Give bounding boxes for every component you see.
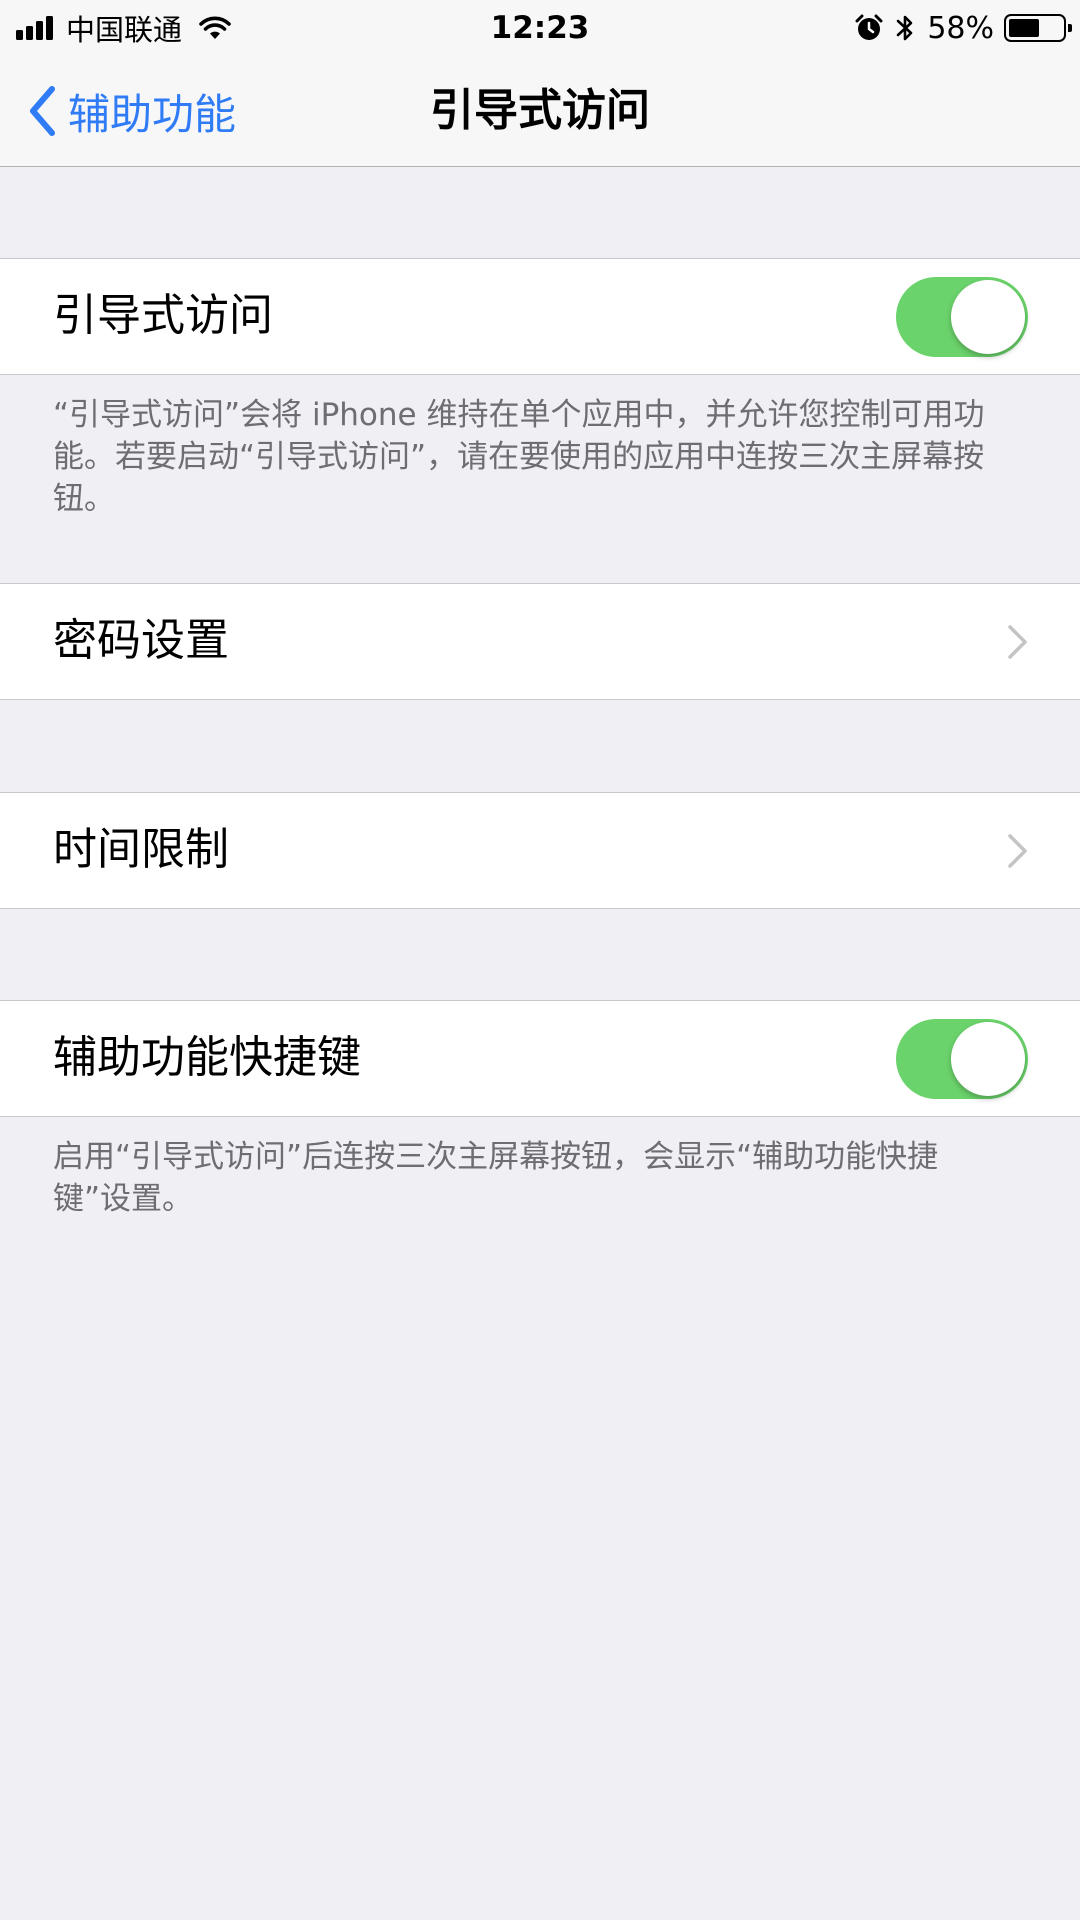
battery-percent: 58% bbox=[927, 10, 994, 46]
passcode-settings-label: 密码设置 bbox=[53, 615, 229, 666]
accessibility-shortcut-toggle[interactable] bbox=[896, 1019, 1028, 1099]
chevron-right-icon bbox=[1008, 834, 1027, 868]
accessibility-shortcut-cell: 辅助功能快捷键 bbox=[0, 1000, 1080, 1117]
guided-access-footnote: “引导式访问”会将 iPhone 维持在单个应用中，并允许您控制可用功能。若要启… bbox=[53, 397, 985, 517]
battery-icon bbox=[1004, 14, 1072, 42]
accessibility-shortcut-footnote: 启用“引导式访问”后连按三次主屏幕按钮，会显示“辅助功能快捷键”设置。 bbox=[53, 1139, 939, 1217]
guided-access-label: 引导式访问 bbox=[53, 290, 273, 341]
passcode-settings-cell[interactable]: 密码设置 bbox=[0, 583, 1080, 700]
time-limits-cell[interactable]: 时间限制 bbox=[0, 792, 1080, 909]
status-bar: 中国联通 12:23 58% bbox=[0, 0, 1080, 56]
time-limits-label: 时间限制 bbox=[53, 824, 229, 875]
battery-fill bbox=[1009, 19, 1039, 37]
settings-screen: 中国联通 12:23 58% 辅助功能 引导式访问 引导式访问 “引导式访问”会… bbox=[0, 0, 1080, 1920]
guided-access-cell: 引导式访问 bbox=[0, 258, 1080, 375]
chevron-right-icon bbox=[1008, 625, 1027, 659]
page-title: 引导式访问 bbox=[430, 85, 650, 136]
alarm-icon bbox=[855, 14, 883, 40]
navigation-bar: 辅助功能 引导式访问 bbox=[0, 56, 1080, 167]
status-bar-right: 58% bbox=[855, 8, 1072, 48]
toggle-knob bbox=[951, 280, 1025, 354]
accessibility-shortcut-label: 辅助功能快捷键 bbox=[53, 1032, 361, 1083]
bluetooth-icon bbox=[897, 15, 913, 41]
guided-access-toggle[interactable] bbox=[896, 277, 1028, 357]
toggle-knob bbox=[951, 1022, 1025, 1096]
